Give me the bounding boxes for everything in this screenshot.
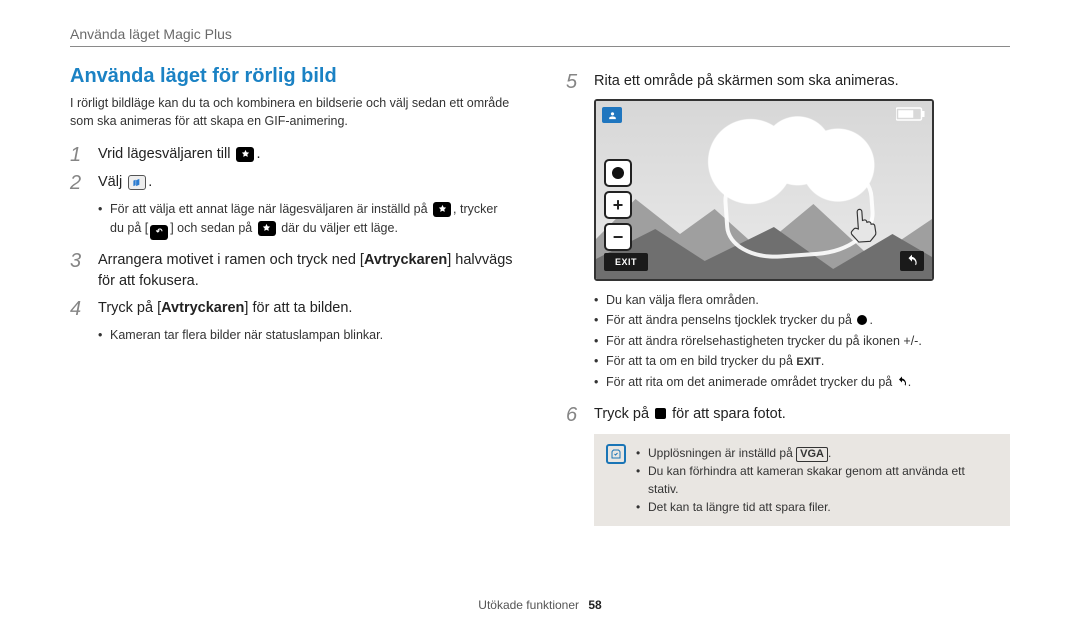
breadcrumb: Använda läget Magic Plus xyxy=(70,26,1010,47)
mode-badge-icon xyxy=(602,107,622,123)
step-6: 6 Tryck på för att spara fotot. xyxy=(566,404,1010,426)
note-item-savetime: Det kan ta längre tid att spara filer. xyxy=(636,498,998,516)
step-body: Arrangera motivet i ramen och tryck ned … xyxy=(98,250,514,292)
brush-size-button[interactable] xyxy=(604,159,632,187)
step-4-sub-item: Kameran tar flera bilder när statuslampa… xyxy=(98,326,514,345)
step-number: 3 xyxy=(70,250,88,292)
section-heading: Använda läget för rörlig bild xyxy=(70,65,514,88)
camera-screen-illustration: + − EXIT xyxy=(594,99,934,281)
speed-minus-button[interactable]: − xyxy=(604,223,632,251)
vga-badge: VGA xyxy=(796,447,828,462)
undo-icon xyxy=(896,375,908,389)
note-callout: Upplösningen är inställd på VGA. Du kan … xyxy=(594,434,1010,526)
step-text-pre: Vrid lägesväljaren till xyxy=(98,146,234,162)
brush-controls: + − xyxy=(604,159,632,251)
txt: För att rita om det animerade området tr… xyxy=(606,375,896,389)
tip-redraw: För att rita om det animerade området tr… xyxy=(594,373,1010,392)
mode-dial-icon xyxy=(433,202,451,217)
step-text-pre: Välj xyxy=(98,174,126,190)
brush-dot-icon xyxy=(857,315,867,325)
mode-dial-icon xyxy=(236,147,254,162)
step-text-pre: Arrangera motivet i ramen och tryck ned … xyxy=(98,252,364,268)
speed-plus-button[interactable]: + xyxy=(604,191,632,219)
tip-retake: För att ta om en bild trycker du på EXIT… xyxy=(594,352,1010,371)
section-intro: I rörligt bildläge kan du ta och kombine… xyxy=(70,94,514,130)
step-number: 2 xyxy=(70,172,88,194)
note-item-tripod: Du kan förhindra att kameran skakar geno… xyxy=(636,462,998,498)
step-body: Tryck på för att spara fotot. xyxy=(594,404,786,426)
motion-mode-icon xyxy=(128,175,146,190)
shutter-label: Avtryckaren xyxy=(364,252,447,268)
step-number: 5 xyxy=(566,71,584,93)
step-1: 1 Vrid lägesväljaren till . xyxy=(70,144,514,166)
step-body: Tryck på [Avtryckaren] för att ta bilden… xyxy=(98,298,352,320)
txt: . xyxy=(869,313,872,327)
step-number: 6 xyxy=(566,404,584,426)
exit-button[interactable]: EXIT xyxy=(604,253,648,271)
back-key-icon: ↶ xyxy=(150,225,168,240)
note-list: Upplösningen är inställd på VGA. Du kan … xyxy=(636,444,998,516)
page-number: 58 xyxy=(588,598,601,612)
undo-button[interactable] xyxy=(900,251,924,271)
step-body: Rita ett område på skärmen som ska anime… xyxy=(594,71,899,93)
step-text-post: ] för att ta bilden. xyxy=(244,300,352,316)
step-5: 5 Rita ett område på skärmen som ska ani… xyxy=(566,71,1010,93)
step-body: Vrid lägesväljaren till . xyxy=(98,144,261,166)
page-footer: Utökade funktioner 58 xyxy=(0,598,1080,612)
txt-d: där du väljer ett läge. xyxy=(278,221,398,235)
touch-hand-icon xyxy=(838,198,887,252)
step-number: 1 xyxy=(70,144,88,166)
right-column: 5 Rita ett område på skärmen som ska ani… xyxy=(566,65,1010,526)
txt: För att ta om en bild trycker du på xyxy=(606,354,796,368)
txt: . xyxy=(908,375,911,389)
tip-brush: För att ändra penselns tjocklek trycker … xyxy=(594,311,1010,330)
two-column-layout: Använda läget för rörlig bild I rörligt … xyxy=(70,65,1010,526)
step-2: 2 Välj . xyxy=(70,172,514,194)
tip-multiple-areas: Du kan välja flera områden. xyxy=(594,291,1010,310)
step-4: 4 Tryck på [Avtryckaren] för att ta bild… xyxy=(70,298,514,320)
drawn-area xyxy=(721,152,878,262)
txt: . xyxy=(828,446,831,460)
tip-speed: För att ändra rörelsehastigheten trycker… xyxy=(594,332,1010,351)
txt: Upplösningen är inställd på xyxy=(648,446,796,460)
step-text-post: . xyxy=(256,146,260,162)
exit-label-inline: EXIT xyxy=(796,356,820,368)
step-3: 3 Arrangera motivet i ramen och tryck ne… xyxy=(70,250,514,292)
step-text-post: . xyxy=(148,174,152,190)
brush-dot-icon xyxy=(612,167,624,179)
top-left-badges xyxy=(602,107,622,123)
manual-page: Använda läget Magic Plus Använda läget f… xyxy=(0,0,1080,630)
note-icon xyxy=(606,444,626,464)
step-text-post: för att spara fotot. xyxy=(668,406,786,422)
txt-c: ] och sedan på xyxy=(170,221,255,235)
txt: För att ändra penselns tjocklek trycker … xyxy=(606,313,855,327)
save-icon xyxy=(655,408,666,419)
step-text-pre: Tryck på xyxy=(594,406,653,422)
step-text-pre: Tryck på [ xyxy=(98,300,161,316)
step-body: Välj . xyxy=(98,172,152,194)
txt-a: För att välja ett annat läge när lägesvä… xyxy=(110,202,431,216)
battery-indicator-icon xyxy=(896,107,926,121)
left-column: Använda läget för rörlig bild I rörligt … xyxy=(70,65,514,526)
step-2-sub-item: För att välja ett annat läge när lägesvä… xyxy=(98,200,514,239)
step-4-sublist: Kameran tar flera bilder när statuslampa… xyxy=(70,326,514,345)
step-2-sublist: För att välja ett annat läge när lägesvä… xyxy=(70,200,514,239)
step-5-tips: Du kan välja flera områden. För att ändr… xyxy=(566,291,1010,392)
step-number: 4 xyxy=(70,298,88,320)
mode-select-icon xyxy=(258,221,276,236)
shutter-label: Avtryckaren xyxy=(161,300,244,316)
note-item-resolution: Upplösningen är inställd på VGA. xyxy=(636,444,998,462)
footer-section: Utökade funktioner xyxy=(478,598,579,612)
